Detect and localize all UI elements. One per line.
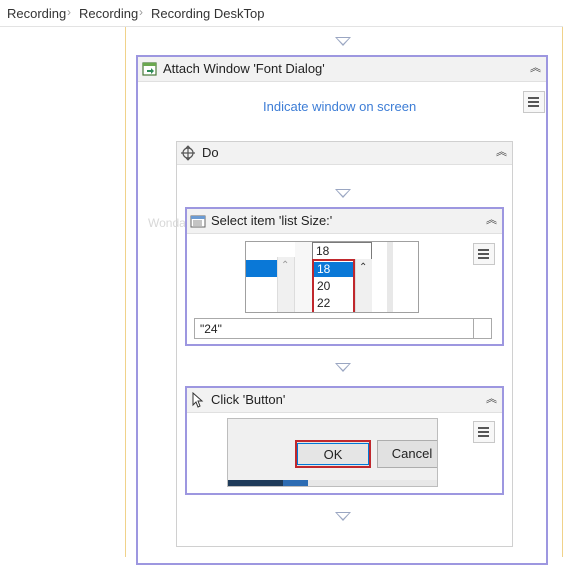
drop-triangle-icon[interactable] xyxy=(335,189,351,198)
double-chevron-up-icon[interactable]: ︽ xyxy=(530,61,541,75)
indicate-window-link[interactable]: Indicate window on screen xyxy=(263,99,416,114)
list-item-selected[interactable]: 18 xyxy=(314,262,353,277)
breadcrumb-item-recording-1[interactable]: Recording xyxy=(7,6,66,21)
value-input-text: "24" xyxy=(200,322,222,336)
double-chevron-up-icon[interactable]: ︽ xyxy=(486,392,497,406)
left-pane xyxy=(0,27,126,557)
breadcrumb-item-recording-2[interactable]: Recording xyxy=(79,6,138,21)
sequence-icon xyxy=(181,145,195,161)
click-button-activity[interactable]: Click 'Button' ︽ OK Cancel xyxy=(185,386,504,495)
size-list[interactable]: 18 20 22 xyxy=(312,259,355,312)
chevron-up-icon[interactable]: ⌃ xyxy=(359,262,367,273)
chevron-right-icon: › xyxy=(67,5,71,19)
drop-triangle-icon[interactable] xyxy=(335,363,351,372)
list-divider xyxy=(387,242,393,312)
button-screenshot: OK Cancel xyxy=(227,418,438,487)
drop-triangle-icon[interactable] xyxy=(335,512,351,521)
activity-title: Attach Window 'Font Dialog' xyxy=(163,61,325,76)
select-item-activity[interactable]: Select item 'list Size:' ︽ ⌃ 18 18 20 22 xyxy=(185,207,504,346)
list-item[interactable]: 20 xyxy=(314,279,353,294)
activity-header: Attach Window 'Font Dialog' ︽ xyxy=(138,57,546,82)
drop-triangle-icon[interactable] xyxy=(335,37,351,46)
cancel-button[interactable]: Cancel xyxy=(377,440,437,468)
attach-window-activity[interactable]: Attach Window 'Font Dialog' ︽ Indicate w… xyxy=(136,55,548,565)
select-item-icon xyxy=(190,215,206,228)
hamburger-icon[interactable] xyxy=(473,421,495,443)
input-divider xyxy=(473,319,474,338)
activity-header: Do ︽ xyxy=(177,142,512,165)
do-sequence[interactable]: Do ︽ Wonda Select item 'list Size:' ︽ ⌃ … xyxy=(148,141,513,547)
breadcrumb-item-recording-desktop[interactable]: Recording DeskTop xyxy=(151,6,264,21)
value-input[interactable]: "24" xyxy=(194,318,492,339)
activity-title: Click 'Button' xyxy=(211,392,286,407)
breadcrumb: Recording › Recording › Recording DeskTo… xyxy=(0,0,563,27)
activity-title: Do xyxy=(202,145,219,160)
designer-canvas: Attach Window 'Font Dialog' ︽ Indicate w… xyxy=(127,27,563,565)
attach-window-icon xyxy=(142,62,157,76)
chevron-right-icon: › xyxy=(139,5,143,19)
double-chevron-up-icon[interactable]: ︽ xyxy=(486,213,497,227)
taskbar-strip-right xyxy=(308,480,437,486)
activity-header: Click 'Button' ︽ xyxy=(187,388,502,413)
size-list-top-value: 18 xyxy=(312,242,372,260)
ok-button-outline[interactable]: OK xyxy=(295,440,371,468)
cursor-icon xyxy=(192,392,204,408)
chevron-up-icon[interactable]: ⌃ xyxy=(281,260,289,271)
list-selection-left xyxy=(246,260,277,277)
hamburger-icon[interactable] xyxy=(473,243,495,265)
double-chevron-up-icon[interactable]: ︽ xyxy=(496,145,507,159)
list-gutter xyxy=(295,242,313,312)
hamburger-icon[interactable] xyxy=(523,91,545,113)
ghost-text: Wonda xyxy=(148,216,186,230)
taskbar-item xyxy=(283,480,308,486)
activity-header: Select item 'list Size:' ︽ xyxy=(187,209,502,234)
activity-title: Select item 'list Size:' xyxy=(211,213,333,228)
list-item[interactable]: 22 xyxy=(314,296,353,311)
ok-button[interactable]: OK xyxy=(297,443,369,465)
list-screenshot: ⌃ 18 18 20 22 ⌃ xyxy=(245,241,419,313)
